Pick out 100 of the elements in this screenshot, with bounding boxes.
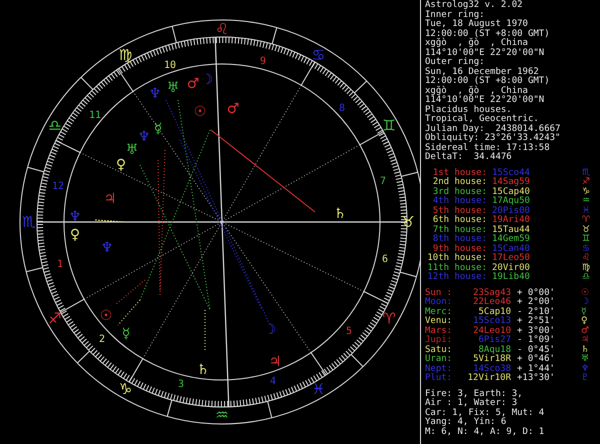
info-text: Outer ring: <box>425 57 485 67</box>
house-cusp-position: 14Gem59 <box>492 235 531 244</box>
zodiac-sign-glyph: ♉ <box>582 226 590 234</box>
planet-glyph: ☿ <box>154 121 162 137</box>
info-text: Obliquity: 23°26'33.4243" <box>425 133 560 143</box>
house-number: 8 <box>338 103 346 114</box>
info-text: Julian Day: 2438014.6667 <box>425 124 560 134</box>
info-text: Astrolog32 v. 2.02 <box>425 0 523 10</box>
zodiac-sign-glyph: ♌ <box>215 20 229 38</box>
planet-glyph: ♃ <box>104 191 116 207</box>
planet-glyph: ☽ <box>581 298 590 307</box>
planet-glyph: ♄ <box>196 362 210 378</box>
planet-name: Satu: <box>425 346 454 354</box>
planet-glyph: ♆ <box>148 86 162 102</box>
zodiac-sign-glyph: ♑ <box>118 380 132 398</box>
planet-offset: + 0°00' <box>517 288 556 298</box>
house-number: 11 <box>88 110 102 121</box>
house-cusp-position: 15Tau44 <box>492 226 531 234</box>
planet-glyph: ♅ <box>581 355 590 364</box>
zodiac-sign-glyph: ♒ <box>215 406 229 424</box>
house-number: 9 <box>260 56 266 67</box>
planet-name: Nept: <box>425 364 454 374</box>
house-cusp-position: 15Can40 <box>492 244 531 254</box>
zodiac-sign-glyph: ♐ <box>582 178 590 188</box>
zodiac-sign-glyph: ♋ <box>312 46 326 64</box>
planet-offset: - 1°09' <box>517 336 556 345</box>
summary-text: M: 6, N: 4, A: 9, D: 1 <box>425 426 544 436</box>
zodiac-sign-glyph: ♌ <box>582 254 590 264</box>
info-text: Sun, 16 December 1962 <box>425 66 539 76</box>
house-number: 5 <box>346 326 352 337</box>
planet-name: Jupi: <box>425 336 454 345</box>
zodiac-sign-glyph: ♍ <box>582 264 590 273</box>
house-label: 8th house: <box>432 235 487 244</box>
sign-divider <box>350 354 364 368</box>
info-text: 114°10'00"E 22°20'00"N <box>425 95 544 105</box>
house-cusp-position: 19Lib40 <box>492 273 531 282</box>
planet-name: Uran: <box>425 355 454 364</box>
planet-glyph: ♅ <box>166 80 180 96</box>
planet-glyph: ♃ <box>268 354 282 370</box>
planet-offset: +13°30' <box>517 374 556 384</box>
planet-offset: + 3°00' <box>517 326 556 336</box>
planet-glyph: ☽ <box>264 322 276 338</box>
house-cusp-position: 17Leo50 <box>492 254 531 263</box>
planet-offset: + 2°00' <box>517 298 556 307</box>
sign-divider <box>172 26 177 44</box>
house-cusp-position: 20Pis00 <box>492 206 531 216</box>
planet-glyph: ☉ <box>194 104 206 120</box>
info-text: 12:00:00 (ST +8:00 GMT) <box>425 76 550 86</box>
house-label: 4th house: <box>432 197 487 206</box>
house-number: 2 <box>98 334 106 345</box>
info-text: 114°10'00"E 22°20'00"N <box>425 48 544 58</box>
planet-glyph: ♆ <box>100 240 114 256</box>
sign-divider <box>400 172 418 177</box>
info-text: Placidus houses. <box>425 104 512 114</box>
planet-glyph: ☉ <box>100 308 112 324</box>
house-label: 7th house: <box>432 226 487 234</box>
planet-position: 24Leo10 <box>472 326 511 336</box>
info-text: xgğò , ğò , China <box>425 38 528 48</box>
planet-glyph: ♆ <box>581 364 590 374</box>
zodiac-sign-glyph: ♒ <box>582 197 590 206</box>
house-cusp-position: 15Sco44 <box>492 168 531 178</box>
planet-glyph: ♃ <box>581 336 590 345</box>
planet-name: Sun : <box>425 288 454 298</box>
summary-text: Fire: 3, Earth: 3, <box>425 388 523 398</box>
zodiac-sign-glyph: ♏ <box>22 213 36 231</box>
planet-glyph: ♅ <box>126 142 138 158</box>
info-text: Inner ring: <box>425 10 485 20</box>
planet-glyph: ♄ <box>581 346 590 354</box>
planet-glyph: ♇ <box>581 374 590 384</box>
zodiac-sign-glyph: ♈ <box>382 310 396 328</box>
planet-glyph: ♆ <box>138 129 150 145</box>
planet-position: 14Sco38 <box>473 364 511 374</box>
planet-glyph: ♂ <box>226 101 240 117</box>
planet-glyph: ♂ <box>581 326 590 336</box>
planet-name: Mars: <box>425 326 454 336</box>
sign-divider <box>76 350 90 364</box>
zodiac-sign-glyph: ♐ <box>48 310 62 328</box>
zodiac-sign-glyph: ♓ <box>312 380 326 398</box>
sign-divider <box>80 76 94 90</box>
planet-glyph: ♆ <box>68 209 82 225</box>
planet-offset: + 0°46' <box>517 355 556 364</box>
planet-position: 23Sag43 <box>472 288 511 298</box>
zodiac-sign-glyph: ♈ <box>582 216 590 226</box>
house-label: 5th house: <box>432 206 487 216</box>
planet-position: 22Leo46 <box>472 298 511 307</box>
house-number: 10 <box>164 60 176 71</box>
house-label: 10th house: <box>426 254 487 263</box>
house-cusp-position: 17Aqu50 <box>492 197 531 206</box>
planet-glyph: ☉ <box>581 288 590 298</box>
house-label: 2nd house: <box>432 178 487 187</box>
planet-glyph: ♀ <box>70 227 80 243</box>
aspect-line <box>94 220 126 222</box>
planet-name: Moon: <box>425 298 454 308</box>
planet-glyph: ♄ <box>334 206 346 222</box>
planet-position: 8Aqu18 <box>478 346 511 354</box>
planet-position: 5Vir18R <box>472 355 511 364</box>
house-label: 12th house: <box>426 273 487 282</box>
planet-name: Plut: <box>425 374 454 384</box>
zodiac-sign-glyph: ♊ <box>582 235 590 244</box>
planet-name: Merc: <box>425 308 454 316</box>
